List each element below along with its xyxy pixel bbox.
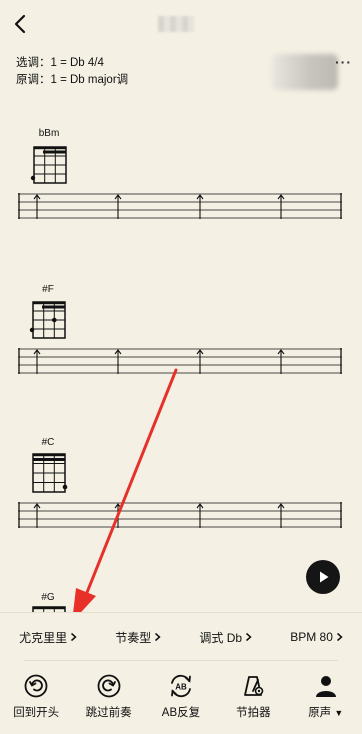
- chevron-right-icon: [336, 632, 343, 642]
- play-icon: [320, 571, 329, 583]
- skip-intro-button[interactable]: 跳过前奏: [74, 674, 144, 732]
- bpm-selector[interactable]: BPM 80: [290, 630, 343, 644]
- chord-diagram: [29, 301, 66, 339]
- more-dots-icon[interactable]: ···: [335, 54, 352, 70]
- selected-key-label: 选调：1 = Db 4/4: [16, 57, 104, 69]
- metronome-button[interactable]: 节拍器: [218, 674, 288, 732]
- author-avatar-blurred: [272, 54, 338, 90]
- ab-repeat-button[interactable]: AB AB反复: [146, 674, 216, 732]
- bottom-toolbar: 回到开头 跳过前奏 AB AB反复 节拍器 原声 ▼: [0, 674, 362, 732]
- back-button[interactable]: [6, 10, 34, 38]
- restart-button[interactable]: 回到开头: [1, 674, 71, 732]
- annotation-arrow: [72, 368, 178, 622]
- ab-repeat-label: AB反复: [161, 707, 201, 719]
- instrument-selector[interactable]: 尤克里里: [19, 629, 77, 646]
- metronome-icon: [244, 676, 264, 696]
- restart-icon: [24, 674, 48, 698]
- chord-name: #F: [42, 284, 54, 295]
- chevron-right-icon: [155, 632, 161, 642]
- svg-text:AB: AB: [175, 683, 187, 692]
- chevron-right-icon: [71, 632, 77, 642]
- bpm-label: BPM 80: [290, 630, 333, 644]
- chevron-right-icon: [246, 632, 252, 642]
- caret-down-icon: ▼: [334, 708, 344, 718]
- settings-bar: 尤克里里 节奏型 调式 Db BPM 80: [0, 612, 362, 661]
- metronome-label: 节拍器: [236, 707, 271, 719]
- key-info: 选调：1 = Db 4/4 原调：1 = Db major调: [16, 55, 128, 89]
- skip-intro-label: 跳过前奏: [85, 707, 132, 719]
- key-selector[interactable]: 调式 Db: [199, 629, 252, 646]
- ab-repeat-icon: AB: [171, 674, 191, 698]
- strum-staff: [18, 193, 342, 219]
- instrument-label: 尤克里里: [19, 630, 68, 645]
- song-title-blurred: [158, 16, 194, 32]
- original-audio-button[interactable]: 原声 ▼: [291, 674, 361, 732]
- rhythm-selector[interactable]: 节奏型: [115, 629, 161, 646]
- rhythm-label: 节奏型: [115, 630, 152, 645]
- divider: [24, 660, 338, 661]
- original-key-label: 原调：1 = Db major调: [16, 74, 129, 86]
- original-audio-label-row: 原声 ▼: [308, 704, 343, 720]
- restart-label: 回到开头: [13, 707, 60, 719]
- chevron-left-icon: [14, 14, 26, 34]
- chord-name: bBm: [38, 128, 60, 139]
- key-label: 调式 Db: [199, 630, 243, 645]
- person-icon: [315, 676, 336, 697]
- original-audio-label: 原声: [308, 707, 332, 719]
- chord-diagram: [30, 146, 67, 184]
- skip-icon: [97, 674, 120, 698]
- play-button[interactable]: [306, 560, 340, 594]
